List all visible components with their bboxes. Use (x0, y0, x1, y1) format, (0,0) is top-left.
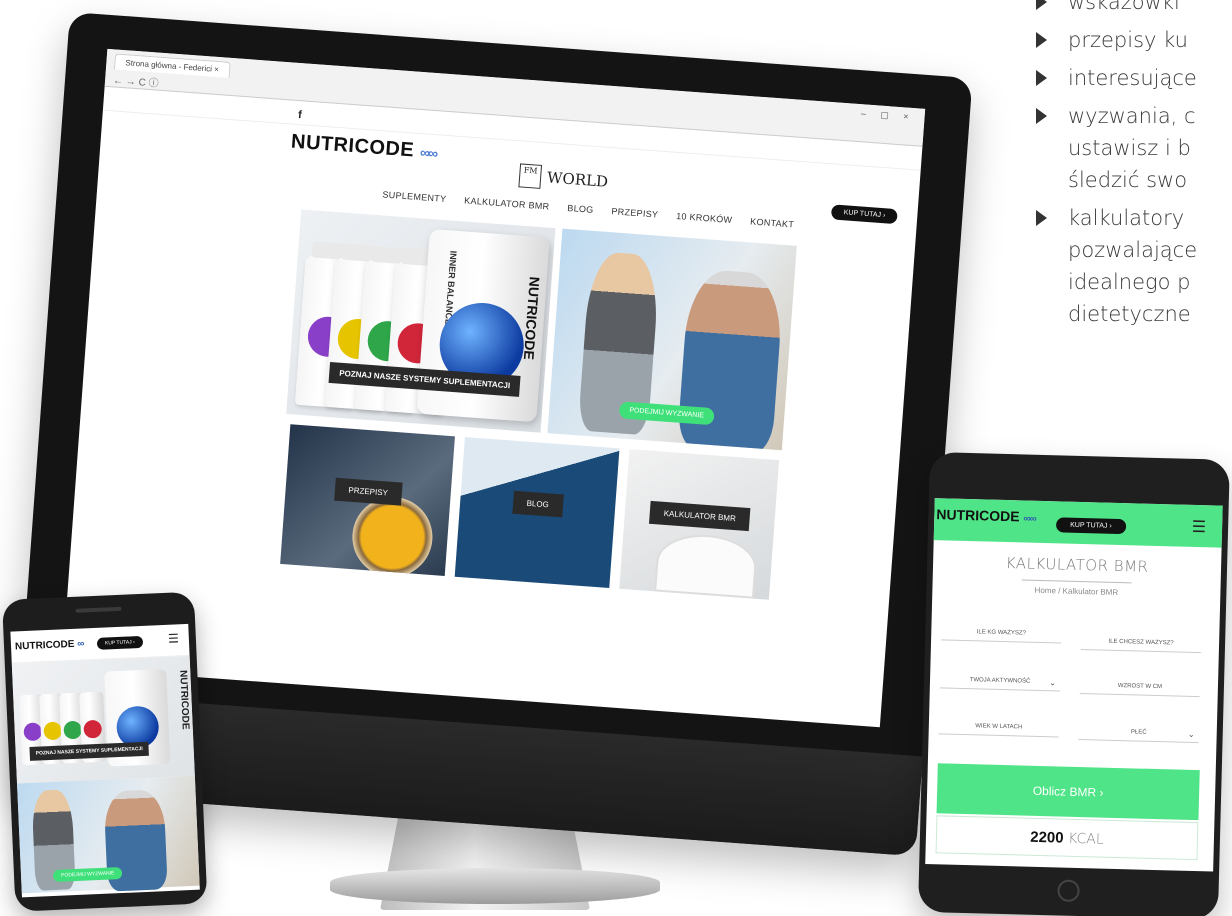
triangle-bullet-icon (1036, 0, 1047, 10)
nutricode-logo[interactable]: NUTRICODE ∞∞ (936, 506, 1036, 525)
height-input[interactable]: WZROST W CM (1079, 682, 1200, 698)
fm-world-text: WORLD (546, 168, 609, 191)
calculate-bmr-button[interactable]: Oblicz BMR › (936, 763, 1200, 821)
dna-icon: ∞ (76, 638, 84, 650)
challenge-tile[interactable]: PODEJMIJ WYZWANIE (547, 228, 797, 451)
triangle-bullet-icon (1036, 70, 1047, 86)
buy-here-button[interactable]: KUP TUTAJ › (1055, 517, 1126, 535)
result-value: 2200 (1030, 828, 1064, 847)
feature-text: kalkulatory pozwalające idealnego p diet… (1068, 206, 1198, 326)
hamburger-menu-icon[interactable]: ☰ (1192, 517, 1207, 537)
phone-speaker (75, 606, 122, 613)
feature-item: wyzwania, c ustawisz i b śledzić swo (1034, 100, 1232, 196)
target-weight-input[interactable]: ILE CHCESZ WAŻYSZ? (1080, 638, 1202, 654)
blog-tile[interactable]: BLOG (454, 437, 620, 589)
recipes-label: PRZEPISY (333, 477, 403, 506)
hamburger-menu-icon[interactable]: ☰ (168, 631, 179, 645)
result-unit: KCAL (1067, 830, 1104, 848)
chevron-down-icon: ⌄ (1049, 678, 1057, 688)
dna-icon: ∞∞ (419, 144, 437, 162)
bmr-tile[interactable]: KALKULATOR BMR (619, 449, 780, 600)
tablet-device: NUTRICODE ∞∞ KUP TUTAJ › ☰ KALKULATOR BM… (917, 452, 1230, 916)
imac-stand-base (330, 868, 660, 904)
age-input[interactable]: WIEK W LATACH (938, 722, 1059, 738)
bmr-label: KALKULATOR BMR (648, 500, 751, 532)
nutricode-logo[interactable]: NUTRICODE ∞ (15, 638, 84, 652)
feature-text: przepisy ku (1068, 28, 1188, 52)
nav-item-10-krokow[interactable]: 10 KROKÓW (675, 211, 733, 241)
feature-list: wskazówki przepisy ku interesujące wyzwa… (1034, 0, 1232, 336)
page-title: KALKULATOR BMR (1005, 554, 1149, 576)
triangle-bullet-icon (1036, 210, 1047, 226)
nutricode-logo[interactable]: NUTRICODE ∞∞ (290, 131, 437, 165)
breadcrumb[interactable]: Home / Kalkulator BMR (932, 583, 1220, 600)
sex-select[interactable]: PŁEĆ ⌄ (1078, 727, 1199, 744)
chevron-down-icon: ⌄ (1187, 729, 1195, 740)
buy-here-button[interactable]: KUP TUTAJ › (96, 635, 143, 650)
feature-item: interesujące (1034, 62, 1232, 94)
nav-item-przepisy[interactable]: PRZEPISY (610, 206, 659, 235)
bmr-result: 2200 KCAL (935, 815, 1199, 861)
fm-mark: FM (518, 163, 543, 189)
supplements-tile[interactable]: NUTRICODE POZNAJ NASZE SYSTEMY SUPLEMENT… (11, 655, 195, 784)
dna-icon: ∞∞ (1023, 513, 1036, 525)
feature-item: kalkulatory pozwalające idealnego p diet… (1034, 202, 1232, 330)
tablet-header: NUTRICODE ∞∞ KUP TUTAJ › ☰ (933, 498, 1223, 548)
bmr-form: ILE KG WAŻYSZ? ILE CHCESZ WAŻYSZ? TWOJA … (927, 628, 1219, 785)
weight-input[interactable]: ILE KG WAŻYSZ? (941, 628, 1062, 644)
website: f NUTRICODE ∞∞ FM WORLD KUP TUTAJ › SUPL… (65, 87, 922, 684)
triangle-bullet-icon (1036, 108, 1047, 124)
activity-select[interactable]: TWOJA AKTYWNOŚĆ ⌄ (939, 676, 1061, 692)
bottle-brand: NUTRICODE (520, 276, 543, 361)
nav-item-kontakt[interactable]: KONTAKT (749, 216, 795, 245)
bottle-brand: NUTRICODE (177, 669, 191, 730)
feature-text: wyzwania, c ustawisz i b śledzić swo (1068, 104, 1196, 192)
fm-world-logo[interactable]: FM WORLD (518, 163, 609, 193)
phone-device: NUTRICODE ∞ KUP TUTAJ › ☰ NUTRICODE POZN… (2, 591, 208, 912)
tablet-screen: NUTRICODE ∞∞ KUP TUTAJ › ☰ KALKULATOR BM… (925, 498, 1223, 872)
recipes-tile[interactable]: PRZEPISY (280, 424, 455, 576)
challenge-tile[interactable]: PODEJMIJ WYZWANIE (17, 775, 200, 894)
scale-image (654, 531, 759, 599)
phone-screen: NUTRICODE ∞ KUP TUTAJ › ☰ NUTRICODE POZN… (10, 623, 200, 898)
triangle-bullet-icon (1036, 32, 1047, 48)
blog-label: BLOG (511, 490, 564, 518)
feature-item: przepisy ku (1034, 24, 1232, 56)
feature-text: wskazówki (1068, 0, 1180, 14)
feature-text: interesujące (1068, 66, 1197, 90)
browser-tab-title: Strona główna - Federici (125, 58, 213, 74)
buy-here-button[interactable]: KUP TUTAJ › (831, 204, 898, 225)
home-button[interactable] (1057, 879, 1080, 903)
facebook-icon[interactable]: f (298, 109, 303, 121)
nav-item-blog[interactable]: BLOG (566, 203, 594, 231)
window-controls[interactable]: – ▢ × (861, 108, 915, 123)
feature-item: wskazówki (1034, 0, 1232, 18)
supplements-tile[interactable]: INNER BALANCE NUTRICODE POZNAJ NASZE SYS… (286, 209, 556, 433)
soup-image (349, 494, 436, 576)
title-divider (1021, 579, 1132, 584)
